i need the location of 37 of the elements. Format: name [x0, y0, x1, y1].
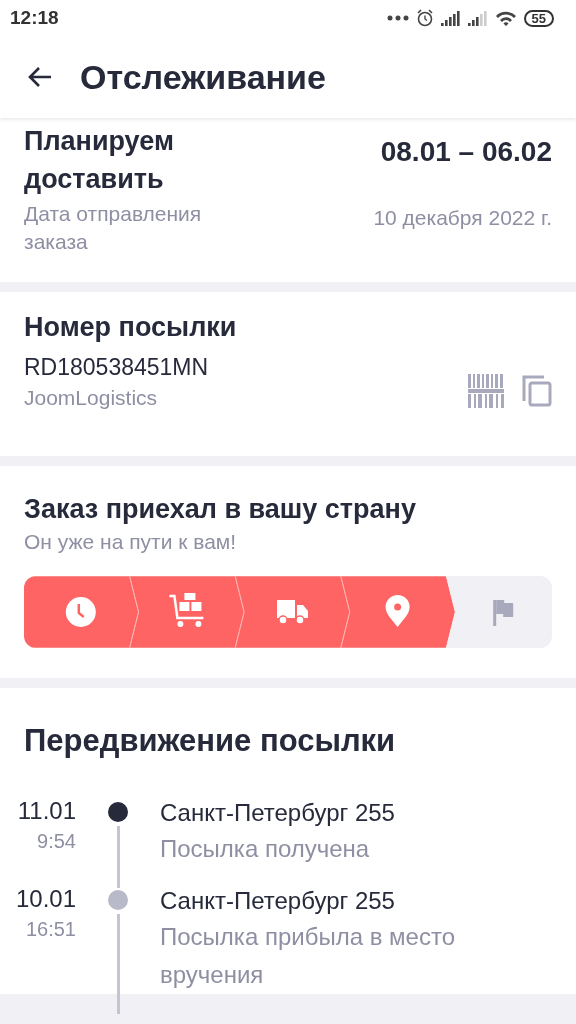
- event-date: 11.01: [16, 796, 76, 826]
- event-date: 10.01: [14, 884, 76, 914]
- event-time: 16:51: [24, 917, 76, 942]
- more-dots-icon: [386, 14, 409, 22]
- battery-indicator: 55: [523, 9, 554, 27]
- status-time: 12:18: [10, 7, 59, 29]
- clock-icon: [65, 597, 96, 627]
- tracking-number: RD180538451MN: [24, 353, 210, 382]
- event-status: Посылка прибыла в место вручения: [160, 922, 456, 990]
- copy-button[interactable]: [522, 375, 552, 407]
- flag-icon: [493, 600, 514, 626]
- alarm-icon: [415, 9, 434, 27]
- signal-icon: [467, 10, 488, 26]
- screen-title: Отслеживание: [80, 57, 326, 97]
- barcode-button[interactable]: [468, 374, 504, 408]
- delivery-heading: Планируем доставить: [24, 125, 175, 196]
- event-status: Посылка получена: [160, 834, 371, 864]
- cart-icon: [169, 593, 204, 627]
- back-arrow-icon: [28, 66, 52, 88]
- signal-icon: [440, 10, 461, 26]
- truck-icon: [277, 600, 308, 625]
- copy-icon: [522, 375, 552, 407]
- sent-date: 10 декабря 2022 г.: [373, 205, 552, 231]
- movement-heading: Передвижение посылки: [23, 722, 397, 760]
- event-place: Санкт-Петербург 255: [160, 798, 396, 828]
- carrier-name: JoomLogistics: [24, 385, 159, 411]
- barcode-icon: [468, 374, 504, 408]
- wifi-icon: [494, 10, 517, 26]
- delivery-range: 08.01 – 06.02: [380, 136, 552, 168]
- status-heading: Заказ приехал в вашу страну: [24, 493, 417, 526]
- event-place: Санкт-Петербург 255: [160, 886, 396, 916]
- back-button[interactable]: [28, 66, 52, 88]
- parcel-heading: Номер посылки: [24, 311, 237, 344]
- sent-label: Дата отправления заказа: [24, 201, 203, 255]
- location-pin-icon: [385, 595, 410, 627]
- event-time: 9:54: [36, 829, 76, 854]
- status-subtitle: Он уже на пути к вам!: [24, 529, 238, 555]
